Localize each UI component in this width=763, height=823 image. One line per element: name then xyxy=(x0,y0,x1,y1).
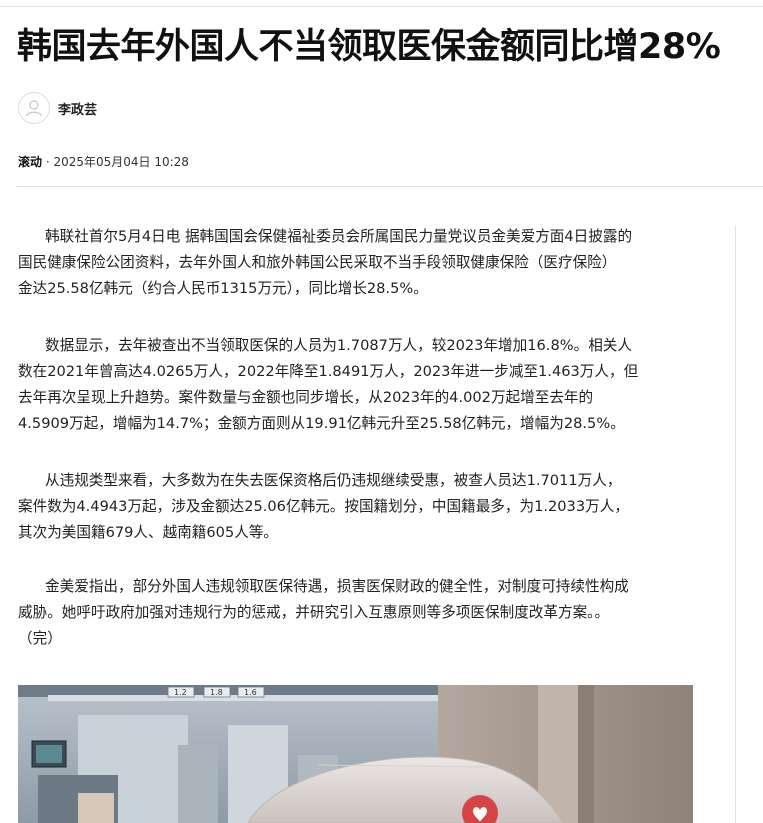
article-paragraph-4: 金美爱指出，部分外国人违规领取医保待遇，损害医保财政的健全性，对制度可持续性构成… xyxy=(18,578,629,647)
meta-divider xyxy=(17,186,763,187)
meta-separator: · xyxy=(42,155,54,169)
article-paragraph-1: 韩联社首尔5月4日电 据韩国国会保健福祉委员会所属国民力量党议员金美爱方面4日披… xyxy=(18,228,633,297)
sign-label: 1.2 xyxy=(174,688,187,697)
top-divider xyxy=(0,0,763,7)
article-meta: 滚动 · 2025年05月04日 10:28 xyxy=(18,153,189,170)
article-photo[interactable]: 1.2 1.8 1.6 xyxy=(18,685,693,823)
author-name[interactable]: 李政芸 xyxy=(58,99,97,118)
article-paragraph-3: 从违规类型来看，大多数为在失去医保资格后仍违规继续受惠，被查人员达1.7011万… xyxy=(18,472,629,541)
sign-label: 1.6 xyxy=(244,688,257,697)
hospital-photo-illustration: 1.2 1.8 1.6 xyxy=(18,685,693,823)
sign-label: 1.8 xyxy=(210,688,223,697)
author-row: 李政芸 xyxy=(18,91,97,125)
sidebar-divider xyxy=(735,226,736,823)
user-icon xyxy=(25,100,43,117)
page-title: 韩国去年外国人不当领取医保金额同比增28% xyxy=(17,27,721,67)
channel-label[interactable]: 滚动 xyxy=(18,155,42,169)
avatar[interactable] xyxy=(18,92,50,124)
article-paragraph-2: 数据显示，去年被查出不当领取医保的人员为1.7087万人，较2023年增加16.… xyxy=(18,337,639,432)
publish-datetime: 2025年05月04日 10:28 xyxy=(53,155,189,169)
